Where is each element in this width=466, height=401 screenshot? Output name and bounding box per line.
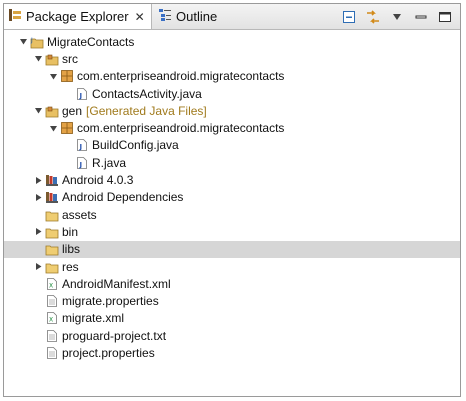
tree-item[interactable]: gen [Generated Java Files] [4, 102, 460, 119]
tree-item[interactable]: Xmigrate.xml [4, 310, 460, 327]
tree-item-label: gen [62, 103, 83, 118]
project-icon: J [30, 35, 44, 49]
folder-icon [45, 208, 59, 222]
collapsed-arrow-icon[interactable] [33, 226, 43, 238]
text-file-icon [45, 294, 59, 308]
tree-item-label: project.properties [62, 345, 155, 360]
svg-text:J: J [30, 37, 33, 44]
svg-text:J: J [79, 161, 83, 169]
tree-item-label: Android Dependencies [62, 190, 184, 205]
tree-item[interactable]: proguard-project.txt [4, 327, 460, 344]
source-folder-icon [45, 104, 59, 118]
collapsed-arrow-icon[interactable] [33, 174, 43, 186]
link-with-editor-icon[interactable] [364, 8, 382, 26]
svg-text:J: J [79, 92, 83, 100]
tree-item[interactable]: com.enterpriseandroid.migratecontacts [4, 68, 460, 85]
java-file-icon: J [75, 138, 89, 152]
package-icon [60, 121, 74, 135]
expand-arrow-icon[interactable] [33, 105, 43, 117]
tree-item-label: R.java [92, 155, 127, 170]
view-toolbar [334, 7, 454, 27]
tab-label: Outline [176, 9, 218, 24]
tree-item[interactable]: J MigrateContacts [4, 33, 460, 50]
tree-item-label: MigrateContacts [47, 34, 135, 49]
expand-arrow-icon[interactable] [18, 36, 28, 48]
tree-item-label: BuildConfig.java [92, 138, 179, 153]
maximize-icon[interactable] [436, 8, 454, 26]
expand-arrow-icon[interactable] [48, 122, 58, 134]
collapse-all-icon[interactable] [340, 8, 358, 26]
svg-text:X: X [49, 317, 53, 324]
collapsed-arrow-icon[interactable] [33, 261, 43, 273]
tree-item-label: AndroidManifest.xml [62, 276, 171, 291]
tree-item[interactable]: com.enterpriseandroid.migratecontacts [4, 119, 460, 136]
tree-item-label: res [62, 259, 79, 274]
tree-item[interactable]: X AndroidManifest.xml [4, 275, 460, 292]
view-tab-bar: Package Explorer ✕ Outline [4, 4, 460, 30]
tree-item-label: Android 4.0.3 [62, 173, 134, 188]
tree-item-label: bin [62, 224, 79, 239]
tree-item[interactable]: src [4, 50, 460, 67]
view-menu-icon[interactable] [388, 8, 406, 26]
tree-item[interactable]: assets [4, 206, 460, 223]
tree-item-label: com.enterpriseandroid.migratecontacts [77, 121, 285, 136]
tree-item[interactable]: bin [4, 223, 460, 240]
tree-item-label: ContactsActivity.java [92, 86, 202, 101]
tree-item-label: migrate.properties [62, 294, 159, 309]
tree-item[interactable]: libs [4, 240, 460, 258]
svg-text:X: X [49, 282, 53, 289]
tree-item-label: proguard-project.txt [62, 328, 167, 343]
xml-file-icon: X [45, 311, 59, 325]
tree-item[interactable]: Android 4.0.3 [4, 171, 460, 188]
folder-icon [45, 260, 59, 274]
text-file-icon [45, 346, 59, 360]
xml-file-icon: X [45, 277, 59, 291]
folder-icon [45, 242, 59, 256]
tree-item[interactable]: Android Dependencies [4, 189, 460, 206]
tree-item-label: src [62, 51, 78, 66]
tree-item[interactable]: migrate.properties [4, 292, 460, 309]
close-icon[interactable]: ✕ [135, 10, 145, 24]
tree-item-label: com.enterpriseandroid.migratecontacts [77, 69, 285, 84]
outline-icon [158, 8, 172, 25]
svg-text:J: J [79, 143, 83, 151]
tree-item[interactable]: J R.java [4, 154, 460, 171]
minimize-icon[interactable] [412, 8, 430, 26]
tab-label: Package Explorer [26, 9, 129, 24]
package-icon [60, 69, 74, 83]
tree-item-label: migrate.xml [62, 311, 125, 326]
tree-item[interactable]: J BuildConfig.java [4, 137, 460, 154]
library-icon [45, 190, 59, 204]
java-file-icon: J [75, 87, 89, 101]
tree-item-decoration: [Generated Java Files] [86, 103, 207, 118]
tab-outline[interactable]: Outline [156, 4, 217, 29]
java-file-icon: J [75, 156, 89, 170]
package-explorer-icon [8, 8, 22, 25]
folder-icon [45, 225, 59, 239]
tree-item[interactable]: project.properties [4, 344, 460, 361]
collapsed-arrow-icon[interactable] [33, 191, 43, 203]
source-folder-icon [45, 52, 59, 66]
tree-item[interactable]: J ContactsActivity.java [4, 85, 460, 102]
tab-package-explorer[interactable]: Package Explorer ✕ [4, 4, 152, 29]
tree-item-label: libs [62, 242, 81, 257]
tree-item[interactable]: res [4, 258, 460, 275]
library-icon [45, 173, 59, 187]
project-tree: J MigrateContacts src com.enterpriseandroid… [4, 33, 460, 362]
tree-item-label: assets [62, 207, 97, 222]
expand-arrow-icon[interactable] [48, 70, 58, 82]
text-file-icon [45, 329, 59, 343]
package-explorer-view: Package Explorer ✕ Outline J MigrateCont… [3, 3, 461, 397]
expand-arrow-icon[interactable] [33, 53, 43, 65]
